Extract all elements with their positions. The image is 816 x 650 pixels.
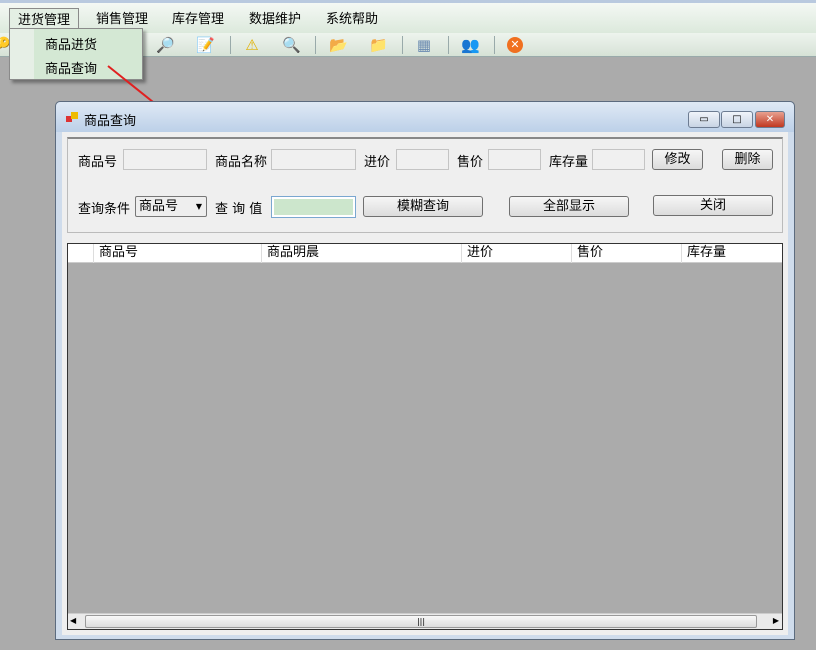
scroll-right-icon[interactable]: ▶ [773,616,779,625]
window-title: 商品查询 [84,114,137,129]
scrollbar-thumb[interactable]: ||| [85,615,757,628]
name-input[interactable] [271,149,356,170]
cost-input[interactable] [396,149,449,170]
price-label: 售价 [457,155,484,170]
id-input[interactable] [123,149,207,170]
column-header-name[interactable]: 商品明晨 [261,244,461,263]
chevron-down-icon: ▼ [195,202,202,211]
id-label: 商品号 [78,155,118,170]
copy-folder-icon[interactable]: 📁 [369,36,388,54]
row-header-corner [68,244,93,263]
separator [402,36,403,54]
query-condition-select[interactable]: 商品号 ▼ [135,196,207,217]
show-all-button[interactable]: 全部显示 [509,196,629,217]
edit-icon[interactable]: 📝 [196,36,215,54]
title-bar[interactable]: 商品查询 ▭ □ ✕ [56,102,794,132]
column-header-price[interactable]: 售价 [571,244,681,263]
maximize-button[interactable]: □ [721,111,753,128]
magnifier-icon[interactable]: 🔍 [282,36,301,54]
folder-export-icon[interactable]: 📂 [329,36,348,54]
column-header-cost[interactable]: 进价 [461,244,571,263]
users-icon[interactable]: 👥 [461,36,480,54]
window-client: 商品号 商品名称 进价 售价 库存量 修改 删除 查询条件 商品号 ▼ 查 询 … [62,132,788,635]
scroll-left-icon[interactable]: ◀ [70,616,76,625]
close-window-button[interactable]: ✕ [755,111,785,128]
separator [230,36,231,54]
menu-inventory[interactable]: 库存管理 [164,8,232,33]
menu-item-purchase-goods[interactable]: 商品进货 [45,34,97,53]
separator [448,36,449,54]
grid-header: 商品号 商品明晨 进价 售价 库存量 [68,244,782,263]
close-button[interactable]: 关闭 [653,195,773,216]
edit-button[interactable]: 修改 [652,149,703,170]
name-label: 商品名称 [215,155,268,170]
separator [494,36,495,54]
exit-icon[interactable]: ✕ [507,37,523,53]
cost-label: 进价 [364,155,391,170]
query-value-label: 查 询 值 [215,202,263,217]
goods-query-window: 商品查询 ▭ □ ✕ 商品号 商品名称 进价 售价 库存量 修改 删除 查询条件… [55,101,795,640]
price-input[interactable] [488,149,541,170]
goods-edit-group: 商品号 商品名称 进价 售价 库存量 修改 删除 查询条件 商品号 ▼ 查 询 … [67,137,783,233]
fuzzy-query-button[interactable]: 模糊查询 [363,196,483,217]
minimize-button[interactable]: ▭ [688,111,720,128]
column-header-id[interactable]: 商品号 [93,244,261,263]
query-condition-label: 查询条件 [78,202,131,217]
query-value-text [274,199,353,215]
stock-label: 库存量 [549,155,589,170]
menu-data[interactable]: 数据维护 [241,8,309,33]
query-condition-value: 商品号 [139,199,179,214]
separator [315,36,316,54]
query-value-input[interactable] [271,196,356,218]
menu-strip [10,29,34,79]
stock-input[interactable] [592,149,645,170]
goods-grid[interactable]: 商品号 商品明晨 进价 售价 库存量 ◀ ||| ▶ [67,243,783,630]
column-header-stock[interactable]: 库存量 [681,244,782,263]
calculator-icon[interactable]: ▦ [415,36,433,54]
app-icon [66,112,78,124]
menu-item-query-goods[interactable]: 商品查询 [45,58,97,77]
delete-button[interactable]: 删除 [722,149,773,170]
warning-icon[interactable]: ⚠ [243,36,261,54]
search-map-icon[interactable]: 🔎 [156,36,175,54]
horizontal-scrollbar[interactable]: ◀ ||| ▶ [68,613,782,629]
menu-help[interactable]: 系统帮助 [318,8,386,33]
